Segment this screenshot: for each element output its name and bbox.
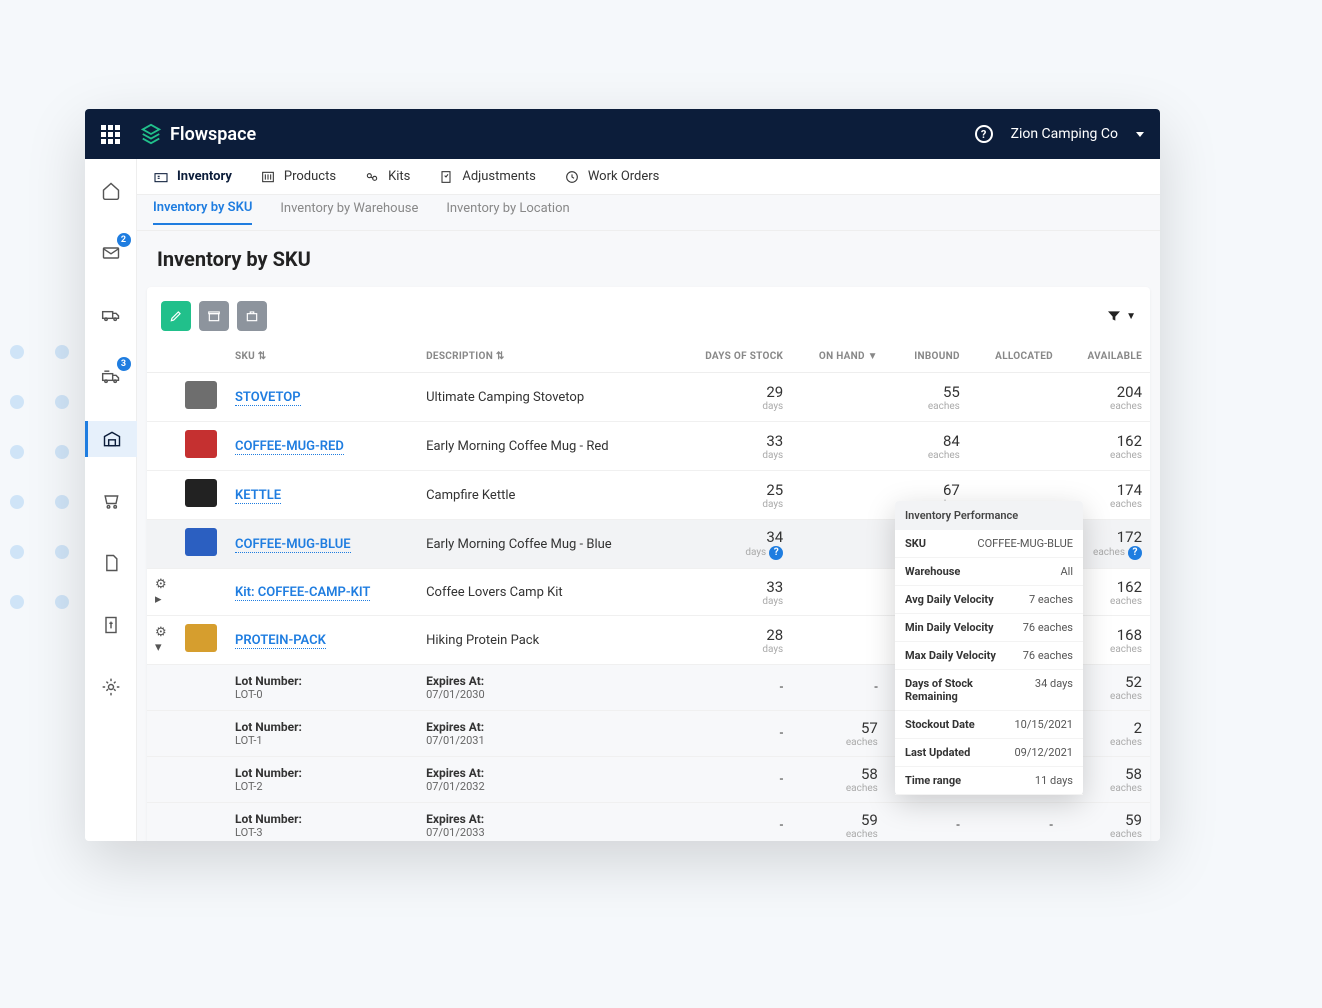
sku-link[interactable]: COFFEE-MUG-BLUE — [235, 537, 351, 553]
truck-icon — [101, 305, 121, 325]
filter-icon — [1106, 308, 1122, 324]
description-cell: Early Morning Coffee Mug - Red — [418, 422, 672, 471]
nav-tab-adjustments[interactable]: Adjustments — [438, 169, 536, 185]
col-inbound[interactable]: INBOUND — [886, 341, 968, 373]
product-thumbnail — [185, 381, 217, 409]
filter-button[interactable]: ▼ — [1106, 301, 1136, 331]
sidebar-settings[interactable] — [85, 669, 137, 705]
description-cell: Ultimate Camping Stovetop — [418, 373, 672, 422]
archive-icon — [207, 309, 221, 323]
nav-tabs: Inventory Products Kits Adjustments Work Ord… — [137, 159, 1160, 195]
col-allocated[interactable]: ALLOCATED — [968, 341, 1061, 373]
popover-title: Inventory Performance — [895, 501, 1083, 530]
nav-tab-work-orders[interactable]: Work Orders — [564, 169, 660, 185]
col-days[interactable]: DAYS OF STOCK — [673, 341, 792, 373]
gear-icon — [101, 677, 121, 697]
top-bar: Flowspace ? Zion Camping Co — [85, 109, 1160, 159]
home-icon — [101, 181, 121, 201]
sku-link[interactable]: Kit: COFFEE-CAMP-KIT — [235, 585, 370, 601]
tab-icon — [260, 169, 276, 185]
popover-row: Time range11 days — [895, 767, 1083, 795]
shipping-icon — [101, 367, 121, 387]
product-thumbnail — [185, 528, 217, 556]
col-description[interactable]: DESCRIPTION ⇅ — [418, 341, 672, 373]
nav-tab-kits[interactable]: Kits — [364, 169, 410, 185]
sidebar-mail[interactable]: 2 — [85, 235, 137, 271]
help-tooltip-icon[interactable]: ? — [1128, 546, 1142, 560]
archive-button[interactable] — [199, 301, 229, 331]
flowspace-logo-icon — [140, 123, 162, 145]
pencil-icon — [169, 309, 183, 323]
mail-badge: 2 — [117, 233, 131, 247]
sidebar-shipping[interactable]: 3 — [85, 359, 137, 395]
sidebar-invoice[interactable] — [85, 607, 137, 643]
popover-row: Avg Daily Velocity7 eaches — [895, 586, 1083, 614]
company-selector[interactable]: Zion Camping Co — [1011, 126, 1118, 142]
sku-link[interactable]: KETTLE — [235, 488, 281, 504]
description-cell: Coffee Lovers Camp Kit — [418, 569, 672, 616]
sub-tab-inventory-by-sku[interactable]: Inventory by SKU — [153, 200, 252, 225]
nav-tab-products[interactable]: Products — [260, 169, 336, 185]
edit-button[interactable] — [161, 301, 191, 331]
popover-row: Last Updated09/12/2021 — [895, 739, 1083, 767]
description-cell: Hiking Protein Pack — [418, 616, 672, 665]
sidebar-doc[interactable] — [85, 545, 137, 581]
popover-row: Days of Stock Remaining34 days — [895, 670, 1083, 711]
col-available[interactable]: AVAILABLE — [1061, 341, 1150, 373]
sku-link[interactable]: STOVETOP — [235, 390, 301, 406]
help-icon[interactable]: ? — [975, 125, 993, 143]
box-icon — [245, 309, 259, 323]
inventory-row[interactable]: COFFEE-MUG-RED Early Morning Coffee Mug … — [147, 422, 1150, 471]
sku-link[interactable]: COFFEE-MUG-RED — [235, 439, 344, 455]
tab-icon — [564, 169, 580, 185]
product-thumbnail — [185, 624, 217, 652]
sidebar-cart[interactable] — [85, 483, 137, 519]
popover-row: Min Daily Velocity76 eaches — [895, 614, 1083, 642]
description-cell: Campfire Kettle — [418, 471, 672, 520]
sidebar-truck[interactable] — [85, 297, 137, 333]
sidebar: 2 3 — [85, 159, 137, 841]
tab-icon — [438, 169, 454, 185]
popover-row: WarehouseAll — [895, 558, 1083, 586]
product-thumbnail — [185, 479, 217, 507]
chevron-down-icon[interactable] — [1136, 132, 1144, 137]
sub-tab-inventory-by-warehouse[interactable]: Inventory by Warehouse — [280, 201, 418, 224]
product-thumbnail — [185, 430, 217, 458]
brand-name: Flowspace — [170, 124, 256, 145]
apps-grid-icon[interactable] — [101, 125, 120, 144]
shipping-badge: 3 — [117, 357, 131, 371]
description-cell: Early Morning Coffee Mug - Blue — [418, 520, 672, 569]
popover-row: Stockout Date10/15/2021 — [895, 711, 1083, 739]
warehouse-icon — [102, 429, 122, 449]
document-icon — [101, 553, 121, 573]
page-title: Inventory by SKU — [137, 231, 1160, 287]
sidebar-inventory[interactable] — [85, 421, 137, 457]
kit-icon: ⚙ ▸ — [155, 577, 169, 607]
col-onhand[interactable]: ON HAND ▼ — [791, 341, 886, 373]
mail-icon — [101, 243, 121, 263]
popover-row: Max Daily Velocity76 eaches — [895, 642, 1083, 670]
lot-row: Lot Number:LOT-3 Expires At:07/01/2033 -… — [147, 803, 1150, 842]
panel-toolbar: ▼ — [147, 287, 1150, 341]
popover-row: SKUCOFFEE-MUG-BLUE — [895, 530, 1083, 558]
cart-icon — [101, 491, 121, 511]
inventory-performance-popover: Inventory Performance SKUCOFFEE-MUG-BLUE… — [895, 501, 1083, 795]
nav-tab-inventory[interactable]: Inventory — [153, 169, 232, 185]
invoice-icon — [101, 615, 121, 635]
brand-logo[interactable]: Flowspace — [140, 123, 256, 145]
sku-link[interactable]: PROTEIN-PACK — [235, 633, 326, 649]
export-button[interactable] — [237, 301, 267, 331]
tab-icon — [364, 169, 380, 185]
tab-icon — [153, 169, 169, 185]
sidebar-home[interactable] — [85, 173, 137, 209]
col-sku[interactable]: SKU ⇅ — [227, 341, 418, 373]
sub-tabs: Inventory by SKU Inventory by Warehouse In… — [137, 195, 1160, 231]
app-window: Flowspace ? Zion Camping Co 2 3 Inventor… — [85, 109, 1160, 841]
expand-icon[interactable]: ⚙ ▾ — [155, 625, 169, 655]
sub-tab-inventory-by-location[interactable]: Inventory by Location — [446, 201, 569, 224]
help-tooltip-icon[interactable]: ? — [769, 546, 783, 560]
inventory-row[interactable]: STOVETOP Ultimate Camping Stovetop 29day… — [147, 373, 1150, 422]
